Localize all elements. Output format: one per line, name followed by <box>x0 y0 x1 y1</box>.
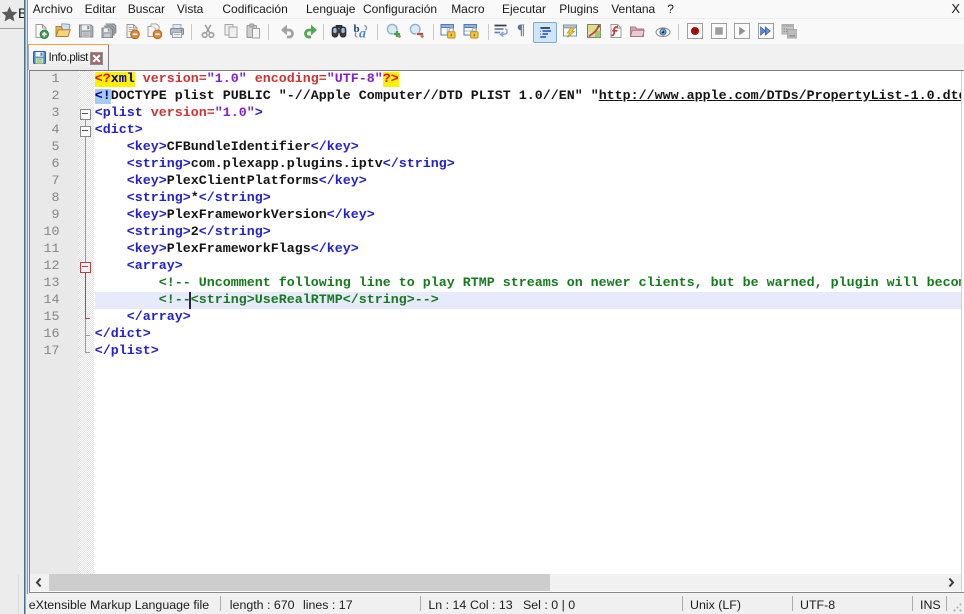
svg-text:a: a <box>359 27 366 40</box>
